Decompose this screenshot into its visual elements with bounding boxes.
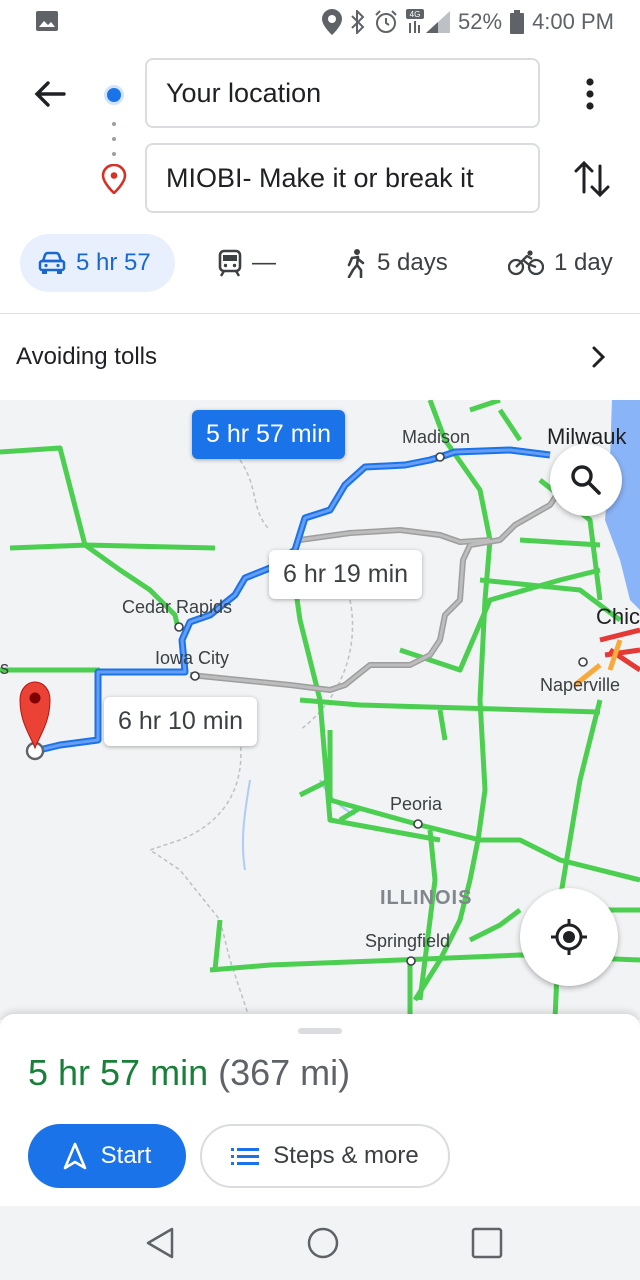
my-location-icon [551, 919, 587, 955]
signal-icon: 4G [406, 9, 451, 33]
alt-route-label-2[interactable]: 6 hr 10 min [104, 697, 258, 746]
chevron-right-icon [592, 346, 606, 368]
city-peoria: Peoria [390, 794, 443, 814]
city-chicago: Chic [596, 604, 640, 629]
search-icon [571, 465, 601, 495]
my-location-button[interactable] [520, 888, 618, 986]
mode-transit[interactable]: — [218, 234, 276, 292]
river [241, 779, 356, 871]
route-summary-sheet[interactable]: 5 hr 57 min (367 mi) Start Steps & more [0, 1014, 640, 1206]
mode-cycling-label: 1 day [554, 249, 613, 276]
route-summary: 5 hr 57 min (367 mi) [28, 1052, 350, 1094]
route-options-label: Avoiding tolls [16, 343, 157, 370]
travel-mode-row: 5 hr 57 — 5 days 1 day [0, 234, 640, 294]
directions-panel: Your location MIOBI- Make it or break it… [0, 44, 640, 314]
origin-field[interactable]: Your location [145, 58, 540, 128]
location-icon [322, 9, 343, 35]
mode-driving[interactable]: 5 hr 57 [20, 234, 175, 292]
mode-cycling[interactable]: 1 day [508, 234, 613, 292]
mode-driving-label: 5 hr 57 [76, 249, 151, 276]
steps-more-label: Steps & more [273, 1142, 419, 1169]
map-view[interactable]: Madison Milwauk Cedar Rapids Iowa City N… [0, 400, 640, 1020]
svg-text:4G: 4G [410, 10, 421, 19]
route-options-row[interactable]: Avoiding tolls [0, 314, 640, 400]
alt-route-label-1[interactable]: 6 hr 19 min [269, 550, 423, 599]
walk-icon [347, 249, 365, 278]
clock: 4:00 PM [532, 9, 614, 34]
city-madison: Madison [402, 427, 471, 447]
more-options-icon[interactable] [578, 74, 602, 114]
destination-pin-icon [101, 164, 127, 194]
home-nav-icon[interactable] [306, 1226, 340, 1260]
city-iowa-city: Iowa City [155, 648, 230, 668]
back-nav-icon[interactable] [144, 1226, 176, 1260]
sheet-handle[interactable] [298, 1028, 342, 1034]
start-button-label: Start [100, 1142, 152, 1169]
route-connector-dots [112, 122, 116, 156]
swap-icon[interactable] [572, 158, 612, 200]
list-icon [231, 1148, 260, 1165]
search-map-button[interactable] [550, 444, 622, 516]
system-nav-bar [0, 1206, 640, 1280]
mode-transit-label: — [252, 249, 276, 276]
summary-duration: 5 hr 57 min [28, 1052, 209, 1093]
origin-dot-icon [104, 85, 124, 105]
car-icon [38, 251, 66, 274]
recents-nav-icon[interactable] [470, 1226, 504, 1260]
primary-route-label[interactable]: 5 hr 57 min [192, 410, 346, 459]
city-edge-label: s [0, 658, 9, 678]
alarm-icon [375, 10, 397, 33]
navigation-arrow-icon [63, 1142, 86, 1170]
mode-walking-label: 5 days [377, 249, 448, 276]
city-springfield: Springfield [365, 931, 451, 951]
battery-percent: 52% [458, 9, 503, 34]
start-button[interactable]: Start [28, 1124, 186, 1188]
state-illinois: ILLINOIS [380, 887, 473, 909]
back-arrow-icon[interactable] [30, 74, 70, 114]
transit-icon [218, 249, 242, 277]
bluetooth-icon [351, 10, 365, 34]
destination-field[interactable]: MIOBI- Make it or break it [145, 143, 540, 213]
city-cedar-rapids: Cedar Rapids [122, 597, 233, 617]
summary-distance: (367 mi) [218, 1052, 351, 1093]
steps-more-button[interactable]: Steps & more [200, 1124, 450, 1188]
image-icon [36, 11, 58, 31]
mode-walking[interactable]: 5 days [343, 234, 448, 292]
bike-icon [508, 250, 544, 276]
battery-icon [510, 10, 525, 34]
status-bar: 4G 52% 4:00 PM [0, 0, 640, 44]
city-naperville: Naperville [540, 675, 621, 695]
